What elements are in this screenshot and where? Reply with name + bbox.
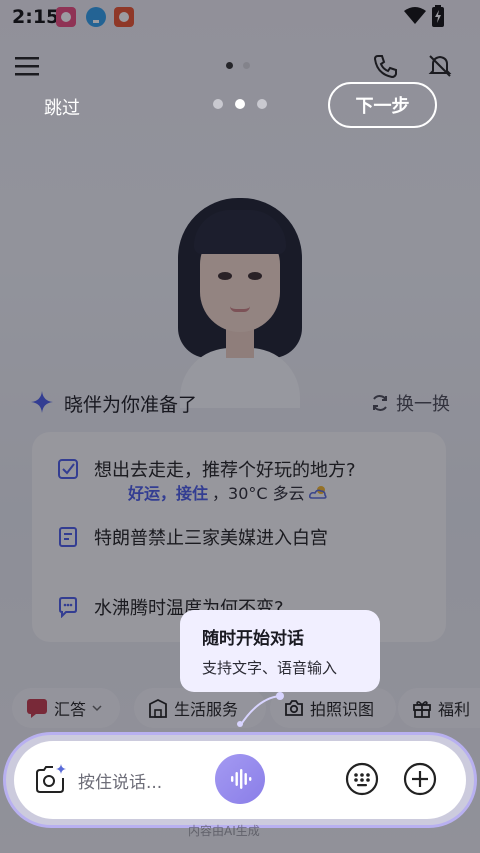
keyboard-icon — [345, 762, 379, 796]
onboarding-step-indicator — [213, 99, 267, 109]
camera-button[interactable] — [34, 762, 68, 796]
keyboard-button[interactable] — [345, 762, 379, 796]
step-dot — [257, 99, 267, 109]
add-button[interactable] — [403, 762, 437, 796]
waveform-icon — [231, 769, 252, 789]
step-dot — [213, 99, 223, 109]
tooltip-title: 随时开始对话 — [202, 629, 304, 649]
tooltip-subtitle: 支持文字、语音输入 — [202, 659, 338, 677]
ai-disclaimer: 内容由AI生成 — [188, 824, 260, 838]
onboarding-tooltip: 随时开始对话 支持文字、语音输入 — [180, 610, 380, 692]
skip-button[interactable]: 跳过 — [44, 94, 80, 120]
step-dot-active — [235, 99, 245, 109]
voice-button[interactable] — [215, 754, 265, 804]
voice-input-placeholder[interactable]: 按住说话... — [78, 768, 162, 793]
plus-icon — [403, 762, 437, 796]
tooltip-connector — [237, 692, 284, 727]
next-step-button[interactable]: 下一步 — [328, 82, 437, 128]
ai-camera-icon — [36, 764, 66, 793]
